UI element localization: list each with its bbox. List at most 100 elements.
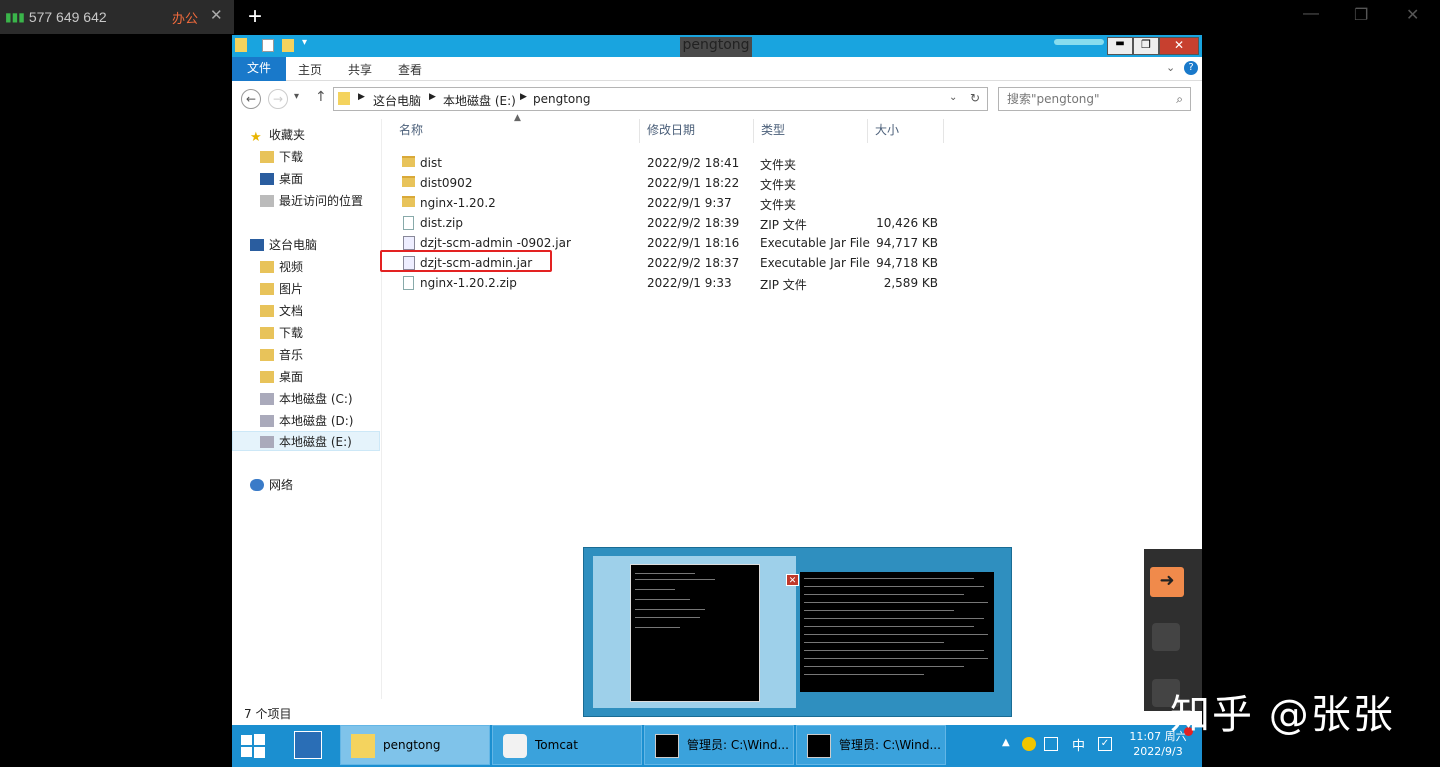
- minimize-icon[interactable]: —: [1303, 5, 1319, 23]
- taskbar-item-tomcat[interactable]: Tomcat: [492, 725, 642, 765]
- breadcrumb-this-pc[interactable]: 这台电脑: [373, 92, 421, 109]
- minimize-window-icon[interactable]: ▬: [1107, 37, 1133, 55]
- connection-id: 577 649 642: [28, 9, 107, 25]
- address-dropdown-icon[interactable]: ⌄: [949, 92, 957, 103]
- column-header-date[interactable]: 修改日期: [642, 119, 754, 143]
- network-icon: [250, 479, 264, 491]
- nav-label: 下载: [279, 326, 304, 340]
- signal-icon: ▮▮▮: [5, 10, 25, 24]
- remote-screen: ▾ pengtong ▬ ❐ ✕ 文件 主页 共享 查看 ⌄ ? ← → ▾ ↑…: [232, 35, 1202, 767]
- forward-icon[interactable]: →: [268, 89, 288, 109]
- nav-videos[interactable]: 视频: [260, 257, 303, 277]
- folder-icon: [351, 734, 375, 758]
- file-type: 文件夹: [760, 158, 797, 172]
- taskbar-item-explorer[interactable]: pengtong: [340, 725, 490, 765]
- file-row[interactable]: nginx-1.20.2.zip 2022/9/1 9:33 ZIP 文件 2,589…: [384, 273, 944, 293]
- new-folder-icon[interactable]: [282, 39, 294, 52]
- tab-share[interactable]: 共享: [348, 61, 372, 78]
- nav-documents[interactable]: 文档: [260, 301, 303, 321]
- chevron-right-icon: ▶: [429, 92, 436, 102]
- highlight-annotation: [380, 250, 552, 272]
- nav-drive-c[interactable]: 本地磁盘 (C:): [260, 389, 353, 409]
- screen-share-icon[interactable]: [1152, 623, 1180, 651]
- nav-label: 图片: [279, 282, 304, 296]
- nav-label: 本地磁盘 (C:): [279, 392, 353, 406]
- nav-recent-places[interactable]: 最近访问的位置: [260, 191, 363, 211]
- restore-icon[interactable]: ❐: [1354, 5, 1368, 25]
- videos-folder-icon: [260, 261, 274, 273]
- arrow-right-icon[interactable]: ➜: [1150, 567, 1184, 597]
- file-row[interactable]: dist.zip 2022/9/2 18:39 ZIP 文件 10,426 KB: [384, 213, 944, 233]
- window-title-text: pengtong: [682, 37, 750, 53]
- tab-view[interactable]: 查看: [398, 61, 422, 78]
- close-icon[interactable]: ✕: [1406, 5, 1419, 25]
- file-row[interactable]: nginx-1.20.2 2022/9/1 9:37 文件夹: [384, 193, 944, 213]
- up-icon[interactable]: ↑: [315, 89, 327, 105]
- nav-drive-e[interactable]: 本地磁盘 (E:): [232, 431, 380, 451]
- taskbar-item-cmd-1[interactable]: 管理员: C:\Wind...: [644, 725, 794, 765]
- connection-name: 办公: [172, 12, 199, 27]
- tab-home[interactable]: 主页: [298, 61, 322, 78]
- ribbon-expand-icon[interactable]: ⌄: [1166, 61, 1175, 74]
- drive-icon: [260, 393, 274, 405]
- file-size: 94,717 KB: [876, 236, 938, 250]
- folder-icon: [402, 176, 415, 187]
- taskbar-item-cmd-2[interactable]: 管理员: C:\Wind...: [796, 725, 946, 765]
- preview-thumbnail-2[interactable]: [800, 572, 994, 692]
- properties-icon[interactable]: [262, 39, 274, 52]
- clock-date: 2022/9/3: [1133, 745, 1183, 758]
- column-header-type[interactable]: 类型: [756, 119, 868, 143]
- file-date: 2022/9/1 9:33: [647, 276, 732, 290]
- windows-start-icon[interactable]: [240, 733, 266, 759]
- nav-desktop[interactable]: 桌面: [260, 169, 303, 189]
- nav-downloads[interactable]: 下载: [260, 147, 303, 167]
- back-icon[interactable]: ←: [241, 89, 261, 109]
- breadcrumb-pengtong[interactable]: pengtong: [533, 92, 591, 106]
- quick-access-dropdown-icon[interactable]: ▾: [302, 37, 307, 48]
- file-row[interactable]: dist0902 2022/9/1 18:22 文件夹: [384, 173, 944, 193]
- file-date: 2022/9/2 18:37: [647, 256, 740, 270]
- tray-app-icon[interactable]: [1022, 737, 1036, 751]
- desktop-icon: [260, 173, 274, 185]
- taskbar-preview[interactable]: ✕: [583, 547, 1012, 717]
- close-window-icon[interactable]: ✕: [1159, 37, 1199, 55]
- file-size: 94,718 KB: [876, 256, 938, 270]
- documents-folder-icon: [260, 305, 274, 317]
- refresh-icon[interactable]: ↻: [970, 91, 980, 105]
- pictures-folder-icon: [260, 283, 274, 295]
- column-header-name[interactable]: 名称: [394, 119, 640, 143]
- breadcrumb-drive-e[interactable]: 本地磁盘 (E:): [443, 92, 516, 109]
- tab-file[interactable]: 文件: [232, 57, 286, 81]
- file-name: dist0902: [420, 176, 473, 190]
- folder-icon: [402, 156, 415, 167]
- address-bar[interactable]: ▶ 这台电脑 ▶ 本地磁盘 (E:) ▶ pengtong ⌄ ↻: [333, 87, 988, 111]
- nav-pc-desktop[interactable]: 桌面: [260, 367, 303, 387]
- column-header-size[interactable]: 大小: [870, 119, 944, 143]
- nav-favorites[interactable]: ★ 收藏夹: [250, 125, 305, 145]
- connection-tab[interactable]: ▮▮▮ 577 649 642 办公 ✕: [0, 0, 234, 34]
- ime-indicator[interactable]: 中: [1072, 735, 1085, 754]
- nav-pictures[interactable]: 图片: [260, 279, 303, 299]
- close-tab-icon[interactable]: ✕: [210, 6, 223, 24]
- file-row[interactable]: dist 2022/9/2 18:41 文件夹: [384, 153, 944, 173]
- action-center-icon[interactable]: ✓: [1098, 737, 1112, 751]
- network-tray-icon[interactable]: [1044, 737, 1058, 751]
- maximize-window-icon[interactable]: ❐: [1133, 37, 1159, 55]
- nav-pc-downloads[interactable]: 下载: [260, 323, 303, 343]
- ribbon-tabs: 文件 主页 共享 查看 ⌄ ?: [232, 57, 1202, 81]
- nav-network[interactable]: 网络: [250, 475, 293, 495]
- nav-this-pc[interactable]: 这台电脑: [250, 235, 317, 255]
- nav-drive-d[interactable]: 本地磁盘 (D:): [260, 411, 353, 431]
- recent-dropdown-icon[interactable]: ▾: [294, 91, 299, 102]
- preview-thumbnail-1[interactable]: ✕: [593, 556, 799, 708]
- terminal-thumbnail: [630, 564, 760, 702]
- powershell-icon[interactable]: [294, 731, 322, 759]
- nav-label: 网络: [269, 478, 294, 492]
- tray-expand-icon[interactable]: ▲: [1002, 737, 1010, 748]
- preview-close-icon[interactable]: ✕: [786, 574, 799, 586]
- search-icon[interactable]: ⌕: [1176, 88, 1183, 110]
- search-input[interactable]: 搜索"pengtong" ⌕: [998, 87, 1191, 111]
- add-tab-button[interactable]: +: [248, 3, 262, 31]
- help-icon[interactable]: ?: [1184, 61, 1198, 75]
- nav-music[interactable]: 音乐: [260, 345, 303, 365]
